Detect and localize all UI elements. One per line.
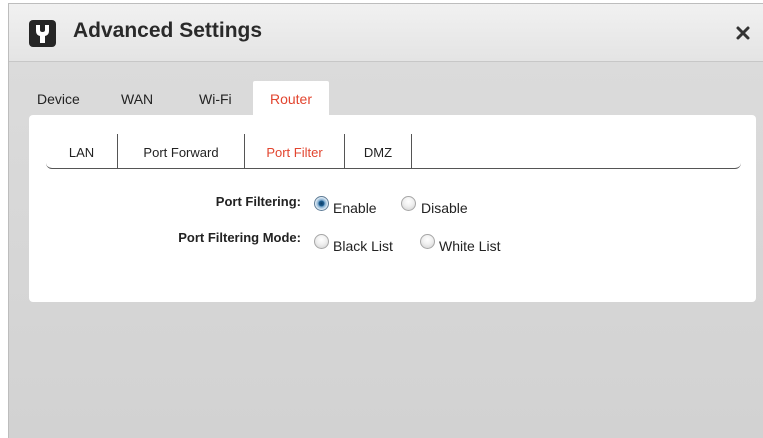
port-filtering-label: Port Filtering: bbox=[215, 194, 301, 209]
subtab-port-forward[interactable]: Port Forward bbox=[118, 134, 245, 168]
dialog-content: Device WAN Wi-Fi Router LAN Port Forward… bbox=[9, 62, 763, 438]
tab-router[interactable]: Router bbox=[253, 81, 329, 115]
wrench-icon bbox=[29, 20, 56, 47]
port-filtering-enable-radio[interactable] bbox=[314, 196, 329, 211]
subtab-lan[interactable]: LAN bbox=[46, 134, 118, 168]
port-filtering-enable-label[interactable]: Enable bbox=[333, 200, 377, 216]
close-button[interactable] bbox=[733, 23, 753, 43]
advanced-settings-dialog: Advanced Settings Device WAN Wi-Fi Route… bbox=[8, 3, 763, 438]
mode-white-list-radio[interactable] bbox=[420, 234, 435, 249]
mode-white-list-label[interactable]: White List bbox=[439, 238, 500, 254]
mode-black-list-radio[interactable] bbox=[314, 234, 329, 249]
mode-black-list-label[interactable]: Black List bbox=[333, 238, 393, 254]
port-filtering-disable-radio[interactable] bbox=[401, 196, 416, 211]
tab-wan[interactable]: WAN bbox=[121, 81, 161, 115]
dialog-titlebar: Advanced Settings bbox=[9, 4, 763, 62]
router-subtab-bar: LAN Port Forward Port Filter DMZ bbox=[46, 134, 741, 169]
port-filtering-mode-label: Port Filtering Mode: bbox=[178, 230, 301, 245]
close-icon bbox=[736, 26, 750, 40]
subtab-dmz[interactable]: DMZ bbox=[345, 134, 412, 168]
router-panel: LAN Port Forward Port Filter DMZ Port Fi… bbox=[29, 115, 756, 302]
tab-device[interactable]: Device bbox=[37, 81, 91, 115]
port-filtering-disable-label[interactable]: Disable bbox=[421, 200, 468, 216]
tab-wifi[interactable]: Wi-Fi bbox=[199, 81, 239, 115]
dialog-title: Advanced Settings bbox=[73, 19, 263, 42]
subtab-port-filter[interactable]: Port Filter bbox=[245, 134, 345, 168]
